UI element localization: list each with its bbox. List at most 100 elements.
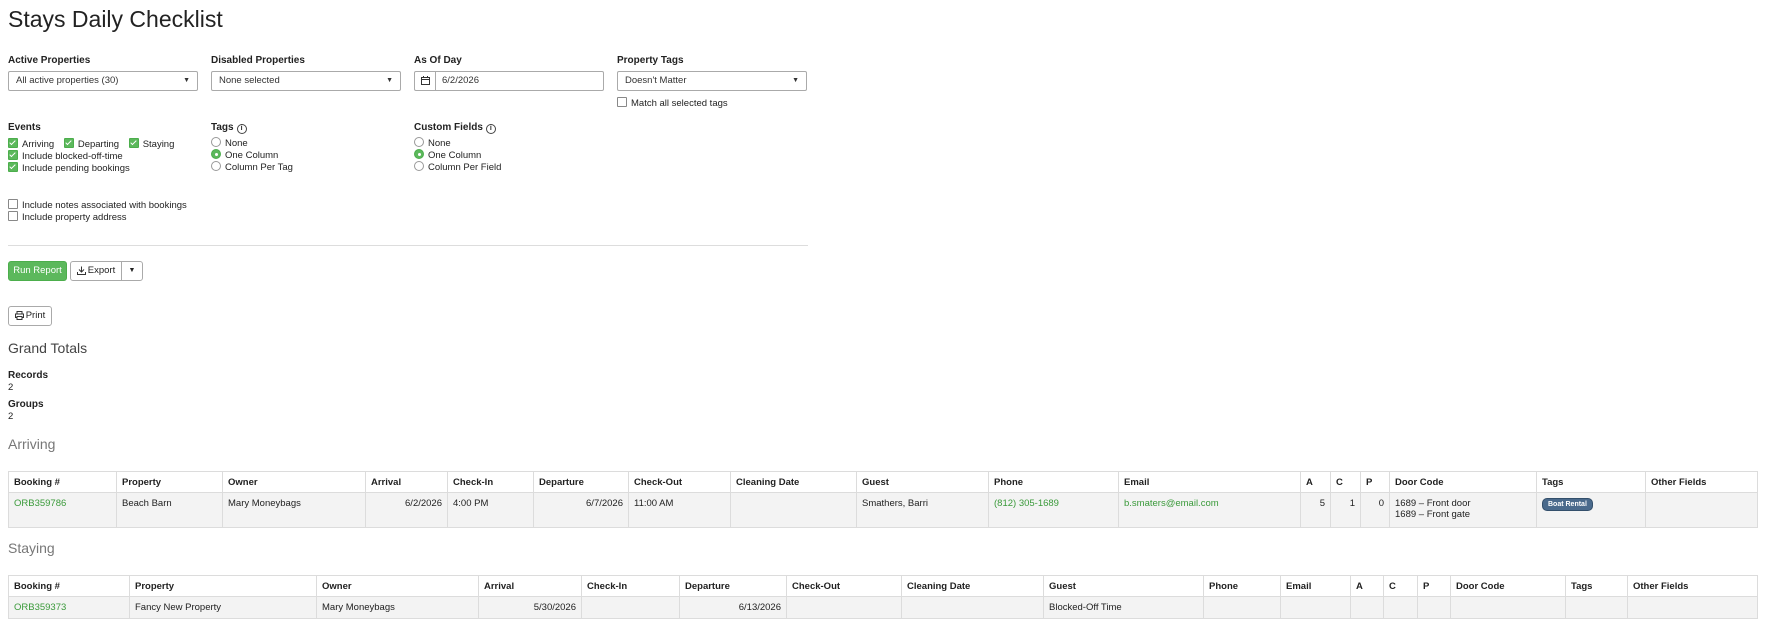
col-owner[interactable]: Owner xyxy=(222,471,366,493)
col-arrival[interactable]: Arrival xyxy=(365,471,448,493)
col-phone[interactable]: Phone xyxy=(988,471,1119,493)
tags-one-column-radio[interactable] xyxy=(211,149,221,159)
departing-checkbox[interactable] xyxy=(63,138,74,148)
col-tags[interactable]: Tags xyxy=(1536,471,1646,493)
departing-label: Departing xyxy=(77,139,120,150)
match-all-tags-label: Match all selected tags xyxy=(631,98,728,109)
cell-owner: Mary Moneybags xyxy=(222,492,366,528)
col-a[interactable]: A xyxy=(1300,471,1331,493)
export-dropdown-toggle[interactable]: ▼ xyxy=(121,261,143,281)
col-a[interactable]: A xyxy=(1350,575,1384,597)
table-row: ORB359373 Fancy New Property Mary Moneyb… xyxy=(8,596,1758,619)
col-property[interactable]: Property xyxy=(116,471,223,493)
booking-link[interactable]: ORB359786 xyxy=(14,498,66,509)
col-other-fields[interactable]: Other Fields xyxy=(1645,471,1758,493)
col-booking[interactable]: Booking # xyxy=(8,471,117,493)
departing-option[interactable]: Departing xyxy=(63,138,120,150)
print-button[interactable]: Print xyxy=(8,306,52,326)
pending-option[interactable]: Include pending bookings xyxy=(8,162,130,174)
printer-icon xyxy=(14,311,24,320)
cell-other-fields xyxy=(1645,492,1758,528)
cf-one-column-radio[interactable] xyxy=(414,149,424,159)
match-all-tags-option[interactable]: Match all selected tags xyxy=(617,97,728,109)
run-report-button[interactable]: Run Report xyxy=(8,261,67,281)
info-icon[interactable]: i xyxy=(485,124,496,134)
col-c[interactable]: C xyxy=(1330,471,1361,493)
col-door-code[interactable]: Door Code xyxy=(1389,471,1537,493)
chevron-down-icon: ▼ xyxy=(128,267,136,274)
phone-link[interactable]: (812) 305-1689 xyxy=(994,498,1059,509)
include-address-option[interactable]: Include property address xyxy=(8,211,127,223)
staying-table: Booking # Property Owner Arrival Check-I… xyxy=(8,575,1758,619)
export-button[interactable]: Export xyxy=(70,261,122,281)
cell-phone xyxy=(1203,596,1281,619)
match-all-tags-checkbox[interactable] xyxy=(617,97,627,107)
cf-none-radio[interactable] xyxy=(414,137,424,147)
cell-departure: 6/7/2026 xyxy=(533,492,629,528)
cf-column-per-field-option[interactable]: Column Per Field xyxy=(414,161,501,173)
col-cleaning-date[interactable]: Cleaning Date xyxy=(730,471,857,493)
col-arrival[interactable]: Arrival xyxy=(478,575,582,597)
tags-column-per-tag-option[interactable]: Column Per Tag xyxy=(211,161,293,173)
arriving-checkbox[interactable] xyxy=(8,138,18,148)
tags-one-column-option[interactable]: One Column xyxy=(211,149,278,161)
col-p[interactable]: P xyxy=(1360,471,1390,493)
col-cleaning-date[interactable]: Cleaning Date xyxy=(901,575,1044,597)
active-properties-select[interactable]: All active properties (30) ▼ xyxy=(8,71,198,91)
door-code-1: 1689 – Front door xyxy=(1395,498,1471,509)
col-owner[interactable]: Owner xyxy=(316,575,479,597)
col-other-fields[interactable]: Other Fields xyxy=(1627,575,1758,597)
col-tags[interactable]: Tags xyxy=(1565,575,1628,597)
tags-none-radio[interactable] xyxy=(211,137,221,147)
col-email[interactable]: Email xyxy=(1280,575,1351,597)
cell-p xyxy=(1417,596,1451,619)
booking-link[interactable]: ORB359373 xyxy=(14,602,66,613)
tags-label: Tags i xyxy=(211,122,247,134)
col-c[interactable]: C xyxy=(1383,575,1418,597)
cf-one-column-option[interactable]: One Column xyxy=(414,149,481,161)
col-email[interactable]: Email xyxy=(1118,471,1301,493)
col-departure[interactable]: Departure xyxy=(533,471,629,493)
blocked-checkbox[interactable] xyxy=(8,150,18,160)
export-label: Export xyxy=(87,265,116,276)
staying-option[interactable]: Staying xyxy=(128,138,174,150)
pending-checkbox[interactable] xyxy=(8,162,18,172)
disabled-properties-select[interactable]: None selected ▼ xyxy=(211,71,401,91)
col-check-in[interactable]: Check-In xyxy=(447,471,534,493)
arriving-section-title: Arriving xyxy=(8,436,56,452)
col-door-code[interactable]: Door Code xyxy=(1450,575,1566,597)
include-address-checkbox[interactable] xyxy=(8,211,18,221)
door-code-2: 1689 – Front gate xyxy=(1395,509,1470,520)
col-booking[interactable]: Booking # xyxy=(8,575,130,597)
col-guest[interactable]: Guest xyxy=(1043,575,1204,597)
as-of-day-label: As Of Day xyxy=(414,55,462,66)
col-guest[interactable]: Guest xyxy=(856,471,989,493)
col-departure[interactable]: Departure xyxy=(679,575,787,597)
email-link[interactable]: b.smaters@email.com xyxy=(1124,498,1219,509)
col-check-out[interactable]: Check-Out xyxy=(628,471,731,493)
tags-none-option[interactable]: None xyxy=(211,137,248,149)
chevron-down-icon: ▼ xyxy=(183,77,190,84)
cell-check-out: 11:00 AM xyxy=(628,492,731,528)
as-of-day-input[interactable]: 6/2/2026 xyxy=(414,71,604,91)
cf-column-per-field-radio[interactable] xyxy=(414,161,424,171)
include-notes-checkbox[interactable] xyxy=(8,199,18,209)
cf-none-label: None xyxy=(428,138,451,149)
info-icon[interactable]: i xyxy=(236,124,247,134)
print-label: Print xyxy=(25,310,46,321)
property-tags-select[interactable]: Doesn't Matter ▼ xyxy=(617,71,807,91)
cell-door-code xyxy=(1450,596,1566,619)
col-phone[interactable]: Phone xyxy=(1203,575,1281,597)
staying-checkbox[interactable] xyxy=(128,138,139,148)
col-check-in[interactable]: Check-In xyxy=(581,575,680,597)
cf-none-option[interactable]: None xyxy=(414,137,451,149)
col-property[interactable]: Property xyxy=(129,575,317,597)
include-notes-option[interactable]: Include notes associated with bookings xyxy=(8,199,187,211)
staying-section-title: Staying xyxy=(8,540,55,556)
col-p[interactable]: P xyxy=(1417,575,1451,597)
col-check-out[interactable]: Check-Out xyxy=(786,575,902,597)
calendar-icon[interactable] xyxy=(415,72,436,90)
tags-column-per-tag-radio[interactable] xyxy=(211,161,221,171)
blocked-option[interactable]: Include blocked-off-time xyxy=(8,150,123,162)
arriving-option[interactable]: Arriving xyxy=(8,138,54,150)
